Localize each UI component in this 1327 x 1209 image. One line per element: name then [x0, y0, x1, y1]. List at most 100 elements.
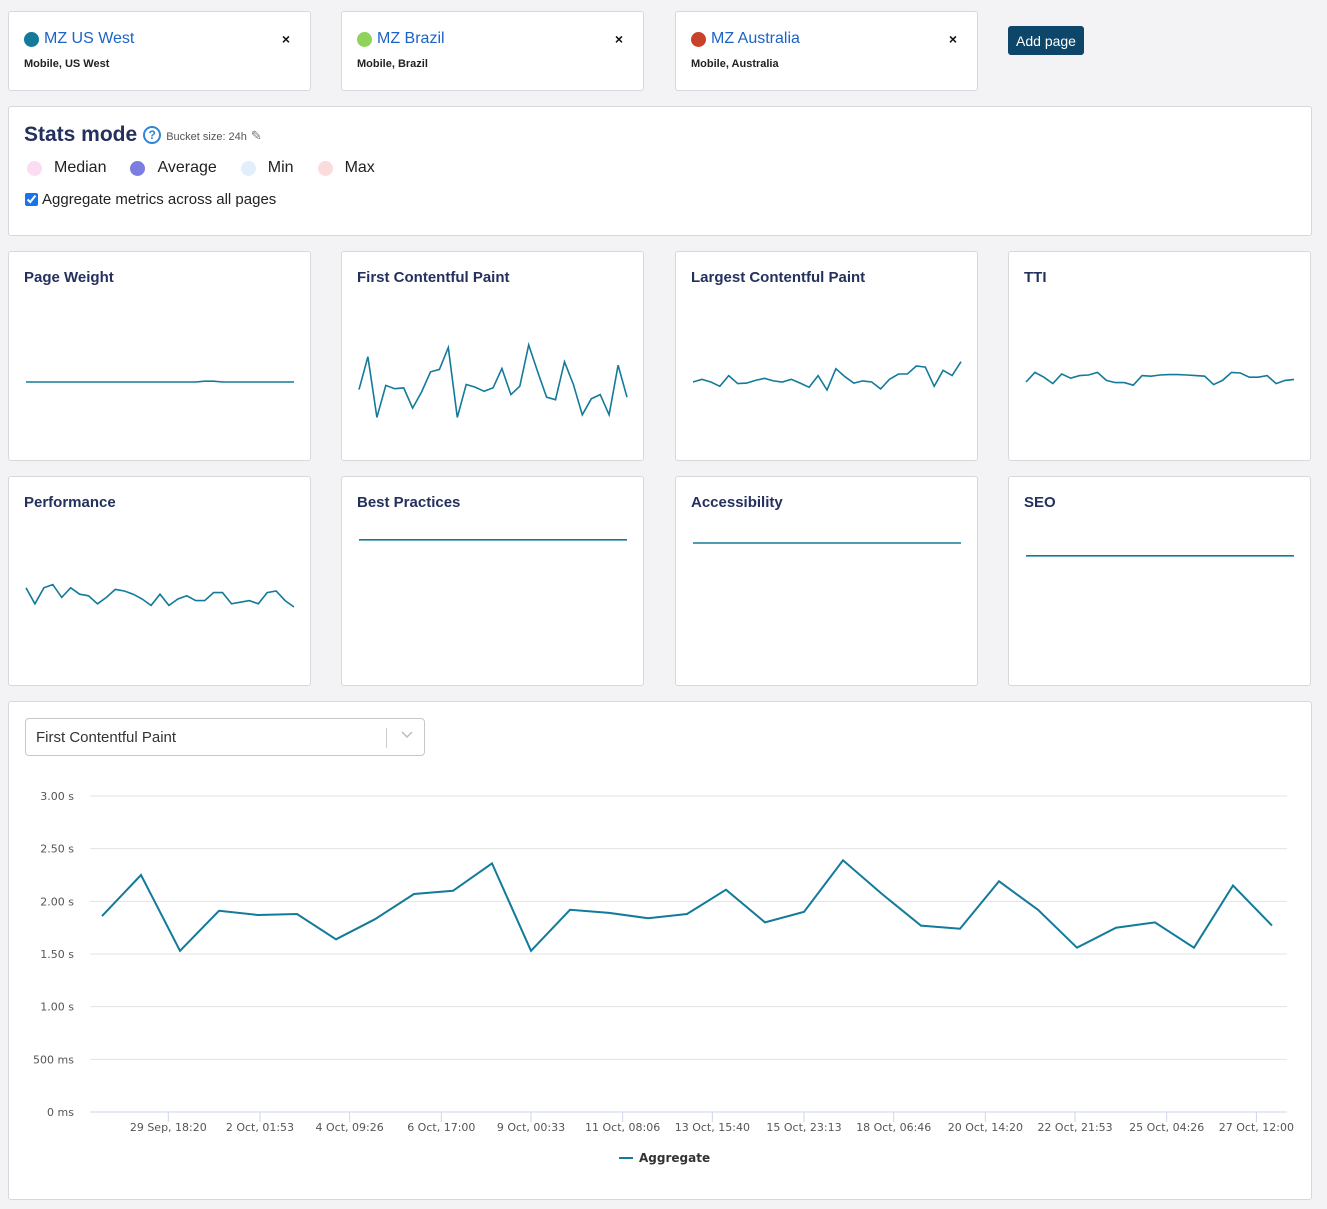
page-color-dot: [691, 31, 706, 47]
y-tick-label: 2.50 s: [40, 843, 74, 856]
x-tick-label: 25 Oct, 04:26: [1129, 1121, 1204, 1134]
page-name-link[interactable]: MZ Brazil: [377, 30, 445, 48]
data-point[interactable]: [1192, 946, 1196, 950]
legend-label: Aggregate: [639, 1151, 710, 1165]
data-point[interactable]: [841, 858, 845, 862]
x-tick-label: 9 Oct, 00:33: [497, 1121, 565, 1134]
data-point[interactable]: [178, 949, 182, 953]
stats-mode-options: Median Average Min Max: [27, 159, 399, 177]
mode-dot: [27, 160, 42, 176]
stats-mode-max[interactable]: Max: [317, 159, 375, 177]
data-point[interactable]: [1036, 908, 1040, 912]
help-icon[interactable]: ?: [143, 126, 162, 144]
x-tick-label: 6 Oct, 17:00: [407, 1121, 475, 1134]
data-point[interactable]: [763, 920, 767, 924]
metric-card-seo[interactable]: SEO: [1008, 476, 1311, 686]
data-point[interactable]: [724, 888, 728, 892]
data-point[interactable]: [646, 916, 650, 920]
data-point[interactable]: [802, 910, 806, 914]
data-point[interactable]: [1153, 920, 1157, 924]
stats-mode-average[interactable]: Average: [130, 159, 217, 177]
data-point[interactable]: [607, 911, 611, 915]
stats-mode-median[interactable]: Median: [27, 159, 106, 177]
page-subtitle: Mobile, Brazil: [357, 58, 428, 70]
data-point[interactable]: [256, 913, 260, 917]
data-point[interactable]: [919, 924, 923, 928]
metric-card-best-practices[interactable]: Best Practices: [341, 476, 644, 686]
aggregate-metrics-option[interactable]: Aggregate metrics across all pages: [25, 191, 276, 208]
page-color-dot: [357, 31, 372, 47]
page-name-link[interactable]: MZ Australia: [711, 30, 800, 48]
metric-card-performance[interactable]: Performance: [8, 476, 311, 686]
data-point[interactable]: [490, 861, 494, 865]
mode-dot: [130, 160, 146, 176]
close-icon[interactable]: ×: [615, 31, 623, 47]
x-tick-label: 20 Oct, 14:20: [948, 1121, 1023, 1134]
x-tick-label: 18 Oct, 06:46: [856, 1121, 931, 1134]
sparkline-series: [25, 583, 295, 608]
data-point[interactable]: [685, 912, 689, 916]
data-point[interactable]: [997, 879, 1001, 883]
data-point[interactable]: [529, 949, 533, 953]
stats-mode-min[interactable]: Min: [240, 159, 294, 177]
y-tick-label: 1.50 s: [40, 948, 74, 961]
close-icon[interactable]: ×: [282, 31, 290, 47]
metric-card-accessibility[interactable]: Accessibility: [675, 476, 978, 686]
y-tick-label: 1.00 s: [40, 1001, 74, 1014]
bucket-size-label: Bucket size: 24h: [166, 131, 247, 143]
page-color-dot: [24, 31, 39, 47]
mode-dot: [240, 160, 256, 176]
x-tick-label: 4 Oct, 09:26: [316, 1121, 384, 1134]
data-point[interactable]: [1270, 924, 1274, 928]
sparkline: [358, 341, 628, 418]
metric-card-largest-contentful-paint[interactable]: Largest Contentful Paint: [675, 251, 978, 461]
page-card-us-west: MZ US West Mobile, US West ×: [8, 11, 311, 91]
mode-label: Min: [267, 159, 294, 176]
x-tick-label: 11 Oct, 08:06: [585, 1121, 660, 1134]
data-point[interactable]: [451, 889, 455, 893]
data-point[interactable]: [880, 892, 884, 896]
fcp-line-chart: 0 ms 500 ms 1.00 s 1.50 s 2.00 s 2.50 s 3.00 s…: [33, 790, 1294, 1165]
x-tick-label: 29 Sep, 18:20: [130, 1121, 207, 1134]
mode-dot: [317, 160, 333, 176]
data-point[interactable]: [1114, 926, 1118, 930]
series-line-aggregate[interactable]: [101, 858, 1273, 953]
page-subtitle: Mobile, Australia: [691, 58, 779, 70]
data-point[interactable]: [217, 909, 221, 913]
close-icon[interactable]: ×: [949, 31, 957, 47]
metric-card-tti[interactable]: TTI: [1008, 251, 1311, 461]
data-point[interactable]: [412, 892, 416, 896]
sparkline-series: [692, 361, 962, 392]
page-name-link[interactable]: MZ US West: [44, 30, 134, 48]
y-tick-label: 0 ms: [47, 1106, 74, 1119]
page-card-brazil: MZ Brazil Mobile, Brazil ×: [341, 11, 644, 91]
aggregate-metrics-checkbox[interactable]: [25, 193, 38, 206]
sparkline-series: [358, 341, 628, 418]
data-point[interactable]: [100, 914, 104, 918]
pencil-icon[interactable]: ✎: [251, 128, 262, 144]
stats-mode-title: Stats mode: [24, 123, 138, 146]
x-tick-label: 22 Oct, 21:53: [1037, 1121, 1112, 1134]
data-point[interactable]: [139, 873, 143, 877]
sparkline: [692, 361, 962, 392]
metric-card-first-contentful-paint[interactable]: First Contentful Paint: [341, 251, 644, 461]
sparkline: [25, 583, 295, 608]
page-card-australia: MZ Australia Mobile, Australia ×: [675, 11, 978, 91]
metric-card-page-weight[interactable]: Page Weight: [8, 251, 311, 461]
sparkline: [359, 538, 627, 541]
sparkline-series: [26, 380, 294, 383]
data-point[interactable]: [1231, 884, 1235, 888]
add-page-button[interactable]: Add page: [1008, 26, 1084, 55]
chart-legend-item[interactable]: Aggregate: [619, 1151, 710, 1165]
data-point[interactable]: [295, 912, 299, 916]
aggregate-metrics-label: Aggregate metrics across all pages: [42, 191, 277, 208]
mode-label: Average: [157, 159, 217, 176]
y-tick-label: 2.00 s: [40, 895, 74, 908]
data-point[interactable]: [568, 908, 572, 912]
data-point[interactable]: [1075, 946, 1079, 950]
stats-mode-panel: Stats mode ? Bucket size: 24h ✎ Median A…: [8, 106, 1312, 236]
sparkline: [26, 380, 294, 383]
data-point[interactable]: [373, 917, 377, 921]
data-point[interactable]: [334, 937, 338, 941]
data-point[interactable]: [958, 927, 962, 931]
